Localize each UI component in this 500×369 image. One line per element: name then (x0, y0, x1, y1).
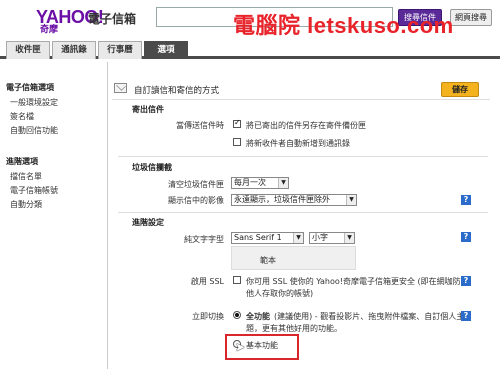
sidebar-section-mail-options: 電子信箱選項 (6, 83, 54, 92)
font-size-value: 小字 (312, 233, 328, 242)
auto-add-contacts-checkbox[interactable] (233, 138, 241, 146)
tab-calendar[interactable]: 行事曆 (98, 41, 142, 59)
ssl-description-line2: 他人存取你的帳號) (246, 289, 314, 298)
page-title: 自訂讀信和寄信的方式 (134, 86, 220, 96)
font-preview-text: 範本 (260, 256, 276, 265)
divider (118, 156, 488, 157)
section-title-spam: 垃圾信攔截 (132, 163, 172, 172)
mouse-cursor-icon: ➤ (235, 340, 246, 354)
font-value: Sans Serif 1 (234, 233, 282, 242)
font-select[interactable]: Sans Serif 1 ▼ (231, 232, 304, 244)
sidebar-item-general[interactable]: 一般環境設定 (0, 96, 107, 110)
section-title-advanced: 進階設定 (132, 218, 164, 227)
clear-spam-label: 清空垃圾信件匣 (168, 180, 224, 189)
chevron-down-icon: ▼ (293, 233, 303, 243)
show-images-select[interactable]: 永遠顯示，垃圾信件匣除外 ▼ (231, 194, 357, 206)
sidebar-section-advanced: 進階選項 (6, 157, 38, 166)
ssl-checkbox[interactable] (233, 276, 241, 284)
full-features-radio[interactable] (233, 311, 241, 319)
switch-label: 立即切換 (192, 312, 224, 321)
divider (118, 212, 488, 213)
tab-inbox[interactable]: 收件匣 (6, 41, 50, 59)
font-label: 純文字字型 (184, 235, 224, 244)
full-features-desc-line1: (建議使用) - 觀看投影片、拖曳附件檔案、自訂個人主 (274, 312, 465, 321)
sidebar: 電子信箱選項 一般環境設定 簽名檔 自動回信功能 進階選項 擋信名單 電子信箱帳… (0, 62, 108, 369)
help-icon[interactable]: ? (461, 232, 471, 242)
sidebar-item-accounts[interactable]: 電子信箱帳號 (0, 184, 107, 198)
help-icon[interactable]: ? (461, 195, 471, 205)
auto-add-contacts-label: 將新收件者自動新增到通訊錄 (246, 139, 350, 148)
tab-options[interactable]: 選項 (144, 41, 188, 59)
save-button[interactable]: 儲存 (441, 82, 479, 97)
sidebar-item-signature[interactable]: 簽名檔 (0, 110, 107, 124)
chevron-down-icon: ▼ (278, 178, 288, 188)
service-title: 電子信箱 (88, 12, 137, 26)
search-web-button[interactable]: 網頁搜尋 (450, 9, 492, 26)
show-images-value: 永遠顯示，垃圾信件匣除外 (234, 195, 330, 204)
help-icon[interactable]: ? (461, 276, 471, 286)
envelope-icon (114, 83, 127, 93)
ssl-label: 啟用 SSL (190, 277, 224, 286)
sidebar-item-filters[interactable]: 自動分類 (0, 198, 107, 212)
save-sent-label: 將已寄出的信件另存在寄件備份匣 (246, 121, 366, 130)
chevron-down-icon: ▼ (346, 195, 356, 205)
ssl-description-line1: 你可用 SSL 使你的 Yahoo!奇摩電子信箱更安全 (即在網咖防止 (246, 277, 469, 286)
send-label: 當傳送信件時 (176, 121, 224, 130)
tab-contacts[interactable]: 通訊錄 (52, 41, 96, 59)
yahoo-logo-sub: 奇摩 (40, 25, 59, 35)
clear-spam-value: 每月一次 (234, 178, 266, 187)
tab-bar: 收件匣 通訊錄 行事曆 選項 (0, 38, 500, 59)
full-features-label: 全功能 (246, 312, 270, 321)
show-images-label: 顯示信中的影像 (168, 196, 224, 205)
full-features-desc-line2: 題，更有其他好用的功能。 (246, 324, 342, 333)
watermark: 電腦院 letskuso.com (233, 13, 454, 38)
save-sent-checkbox[interactable] (233, 118, 241, 128)
help-icon[interactable]: ? (461, 311, 471, 321)
font-size-select[interactable]: 小字 ▼ (309, 232, 355, 244)
chevron-down-icon: ▼ (344, 233, 354, 243)
clear-spam-select[interactable]: 每月一次 ▼ (231, 177, 289, 189)
section-title-outgoing: 寄出信件 (132, 105, 164, 114)
sidebar-item-blocked[interactable]: 擋信名單 (0, 170, 107, 184)
top-header: YAHOO! 奇摩 電子信箱 搜尋信件 網頁搜尋 電腦院 letskuso.co… (0, 0, 500, 40)
sidebar-item-auto-reply[interactable]: 自動回信功能 (0, 124, 107, 138)
font-preview: 範本 (231, 246, 356, 270)
main-header: 自訂讀信和寄信的方式 儲存 (112, 78, 490, 100)
